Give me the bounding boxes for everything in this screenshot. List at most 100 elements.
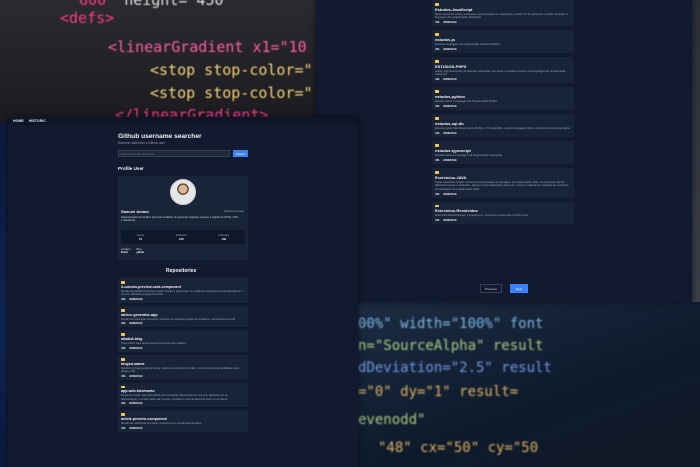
repo-url-link[interactable]: URL <box>435 132 440 135</box>
repo-homepage-link[interactable]: HOMEPAGE <box>443 48 457 51</box>
profile-card: Samuel Amaro @Samuel-Amaro Desenvolvedor… <box>118 176 248 260</box>
repo-description: Estudos sobre Data Bases sobre MySQL, O … <box>435 126 570 130</box>
repo-name[interactable]: Estudos-JavaScript <box>435 7 571 12</box>
repo-homepage-link[interactable]: HOMEPAGE <box>443 193 457 196</box>
profile-login-link[interactable]: @Samuel-Amaro <box>224 210 244 213</box>
repo-url-link[interactable]: URL <box>121 322 126 325</box>
repo-links: URL HOMEPAGE <box>121 322 245 325</box>
code-line: dDeviation="2.5" result <box>358 360 552 376</box>
repo-url-link[interactable]: URL <box>435 21 440 24</box>
repo-name[interactable]: app-web-fotomonto <box>121 389 245 393</box>
folder-icon <box>121 281 125 284</box>
folder-icon <box>435 33 439 37</box>
code-line: n="SourceAlpha" result <box>358 338 544 354</box>
repo-card: Exercícios-JAVA Neste repositório contém … <box>432 167 574 198</box>
repo-homepage-link[interactable]: HOMEPAGE <box>129 375 143 378</box>
repo-url-link[interactable]: URL <box>435 105 440 108</box>
repo-card: estudos-python Estudos sobre a linguagem … <box>432 87 574 111</box>
code-line: "600" height="450" <box>70 0 233 9</box>
repo-description: Estudos Linguagem de programação JavaScr… <box>435 43 501 47</box>
nav-home-link[interactable]: HOME <box>13 119 24 123</box>
repo-links: URL HOMEPAGE <box>121 298 245 301</box>
background-code-photo-bottom: 00%" width="100%" font n="SourceAlpha" r… <box>358 302 700 467</box>
repo-links: URL HOMEPAGE <box>121 375 245 378</box>
stat-repos: Repos 72 <box>136 233 145 241</box>
repo-homepage-link[interactable]: HOMEPAGE <box>443 105 457 108</box>
repo-homepage-link[interactable]: HOMEPAGE <box>129 322 143 325</box>
repo-links: URL HOMEPAGE <box>435 105 571 108</box>
repo-card: app-web-fotomonto Projeto de estudo, para… <box>118 382 248 408</box>
next-page-button[interactable]: Next <box>510 284 528 293</box>
top-nav: HOME HISTORIC <box>8 117 358 125</box>
repo-name[interactable]: estudos-js <box>435 37 571 42</box>
repo-url-link[interactable]: URL <box>435 219 440 222</box>
nav-historic-link[interactable]: HISTORIC <box>29 119 46 123</box>
repo-name[interactable]: Exercícios-Resolvidos <box>435 208 571 213</box>
repo-homepage-link[interactable]: HOMEPAGE <box>129 298 143 301</box>
folder-icon <box>121 333 125 337</box>
repo-homepage-link[interactable]: HOMEPAGE <box>129 402 143 405</box>
meta-location: Location Brasil <box>121 248 131 254</box>
search-button[interactable]: Search <box>233 150 248 157</box>
repo-card: blogsd-sanna Relatório do blog pessoal de… <box>118 354 248 380</box>
repository-list: 3-column-preview-card-component Desafio d… <box>118 278 248 433</box>
repo-name[interactable]: alkabot-blog <box>121 337 245 341</box>
repo-description: Desafio de codificação Front-End, conten… <box>121 317 236 321</box>
profile-stats: Repos 72 Followers 106 Following 133 <box>121 230 245 244</box>
repo-description: Meus exercícios sobre, anotações e apren… <box>435 12 568 20</box>
repo-description: useful_eight Exercícios de diversas cate… <box>435 69 567 77</box>
code-line: ="0" dy="1" result= <box>358 384 519 400</box>
search-input[interactable] <box>118 150 230 157</box>
repo-homepage-link[interactable]: HOMEPAGE <box>443 219 457 222</box>
repo-name[interactable]: estudos-typescript <box>435 148 571 153</box>
repo-name[interactable]: 3-column-preview-card-component <box>121 285 245 289</box>
repository-list: Estudos-JavaScript Meus exercícios sobre,… <box>432 0 574 228</box>
repo-url-link[interactable]: URL <box>121 402 126 405</box>
folder-icon <box>121 357 125 361</box>
folder-icon <box>435 3 439 6</box>
repo-homepage-link[interactable]: HOMEPAGE <box>443 132 457 135</box>
repo-homepage-link[interactable]: HOMEPAGE <box>129 427 143 430</box>
repo-name[interactable]: blogsd-sanna <box>121 362 245 366</box>
repo-links: URL HOMEPAGE <box>435 193 571 196</box>
repo-url-link[interactable]: URL <box>121 298 126 301</box>
repo-url-link[interactable]: URL <box>121 375 126 378</box>
profile-bio: Desenvolvedor Front-End. Que amo codific… <box>121 216 238 223</box>
repo-homepage-link[interactable]: HOMEPAGE <box>129 347 143 350</box>
repo-name[interactable]: estudos-sql-db <box>435 121 571 126</box>
repo-card: Estudos-JavaScript Meus exercícios sobre,… <box>432 0 574 27</box>
repo-homepage-link[interactable]: HOMEPAGE <box>443 159 457 162</box>
previous-page-button[interactable]: Previous <box>480 284 502 293</box>
repo-card: Exercícios-Resolvidos Exercícios Resolvid… <box>432 201 574 225</box>
repo-description: Projeto de estudo, para aprendizado de t… <box>121 394 229 401</box>
repo-url-link[interactable]: URL <box>435 193 440 196</box>
code-line: <stop stop-color=" <box>150 84 313 102</box>
repo-card: ESTUDOS-PHPS useful_eight Exercícios de d… <box>432 57 574 84</box>
repo-homepage-link[interactable]: HOMEPAGE <box>443 78 457 81</box>
repo-description: Exercícios Resolvidos(as), Linguagem C, … <box>435 214 529 218</box>
app-window-profile-page: HOME HISTORIC Github username searcher D… <box>8 117 358 467</box>
folder-icon <box>121 413 125 417</box>
repo-homepage-link[interactable]: HOMEPAGE <box>443 21 457 24</box>
repo-card: estudos-typescript Estudos sobre a Lingua… <box>432 140 574 164</box>
repo-name[interactable]: Exercícios-JAVA <box>435 175 571 180</box>
repo-description: Desafio de codificação Front-End, compon… <box>121 422 203 426</box>
repo-card: advice-generator-app Desafio de codificaç… <box>118 305 248 328</box>
repo-url-link[interactable]: URL <box>121 427 126 430</box>
profile-name: Samuel Amaro <box>121 209 149 214</box>
repo-name[interactable]: estudos-python <box>435 94 571 99</box>
repo-url-link[interactable]: URL <box>435 78 440 81</box>
folder-icon <box>435 143 439 147</box>
repo-name[interactable]: article-preview-component <box>121 417 245 421</box>
repositories-title: Repositories <box>166 268 197 274</box>
repo-url-link[interactable]: URL <box>121 347 126 350</box>
repo-name[interactable]: ESTUDOS-PHPS <box>435 64 571 69</box>
page-subtitle: Discover data from a Github user <box>118 141 165 145</box>
repo-name[interactable]: advice-generator-app <box>121 313 245 317</box>
repo-url-link[interactable]: URL <box>435 48 440 51</box>
repo-description: Estudos sobre a linguagem de Programação… <box>435 100 498 104</box>
repo-url-link[interactable]: URL <box>435 159 440 162</box>
repo-links: URL HOMEPAGE <box>121 347 245 350</box>
folder-icon <box>121 385 125 389</box>
folder-icon <box>435 60 439 63</box>
